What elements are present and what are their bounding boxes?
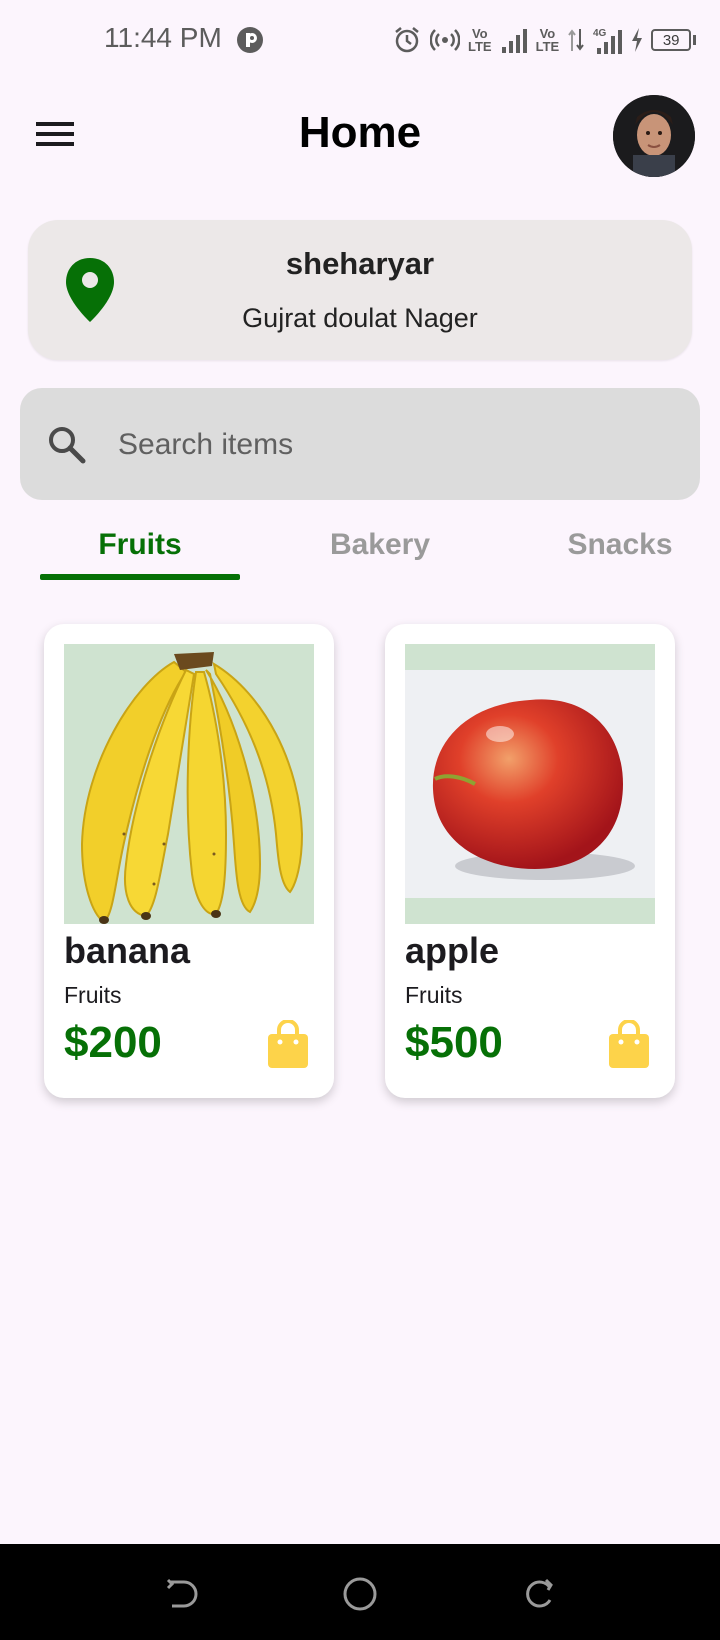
shopping-bag-icon[interactable] <box>607 1019 651 1070</box>
charging-icon <box>632 28 643 52</box>
battery-tip <box>693 35 697 45</box>
tab-indicator <box>40 574 240 580</box>
product-price: $500 <box>405 1018 503 1067</box>
page-title: Home <box>298 108 422 157</box>
svg-text:4G: 4G <box>593 28 607 39</box>
tab-fruits[interactable]: Fruits <box>40 528 240 568</box>
app-p-icon <box>236 26 264 54</box>
location-pin-icon <box>62 256 118 324</box>
recents-icon[interactable] <box>522 1576 558 1612</box>
apple-image <box>405 644 655 924</box>
tab-bakery[interactable]: Bakery <box>280 528 480 568</box>
status-icons: Vo LTE Vo LTE 4G 39 <box>392 22 697 58</box>
home-circle-icon[interactable] <box>342 1576 378 1612</box>
shopping-bag-icon[interactable] <box>266 1019 310 1070</box>
tab-snacks[interactable]: Snacks <box>520 528 720 568</box>
signal-icon <box>501 29 527 53</box>
search-input[interactable] <box>116 420 680 470</box>
back-icon[interactable] <box>162 1576 198 1612</box>
product-category: Fruits <box>64 982 122 1008</box>
signal-icon: 4G <box>593 28 623 54</box>
product-price: $200 <box>64 1018 162 1067</box>
status-time: 11:44 PM <box>104 22 222 53</box>
product-name: apple <box>405 930 500 971</box>
hotspot-icon <box>430 29 460 51</box>
battery-icon: 39 <box>651 29 692 51</box>
data-arrows-icon <box>568 29 584 51</box>
product-card-banana[interactable]: banana Fruits $200 <box>44 624 334 1098</box>
alarm-icon <box>395 27 419 53</box>
location-card[interactable] <box>28 220 692 360</box>
product-name: banana <box>64 930 191 971</box>
volte-label: Vo LTE <box>535 26 560 54</box>
volte-label: Vo LTE <box>468 26 492 54</box>
hamburger-menu-icon[interactable] <box>36 118 76 150</box>
banana-image <box>64 644 314 924</box>
product-card-apple[interactable]: apple Fruits $500 <box>385 624 675 1098</box>
product-category: Fruits <box>405 982 463 1008</box>
location-address: Gujrat doulat Nager <box>242 303 478 333</box>
profile-avatar[interactable] <box>613 95 695 177</box>
location-name: sheharyar <box>285 246 435 281</box>
search-icon <box>46 424 86 464</box>
